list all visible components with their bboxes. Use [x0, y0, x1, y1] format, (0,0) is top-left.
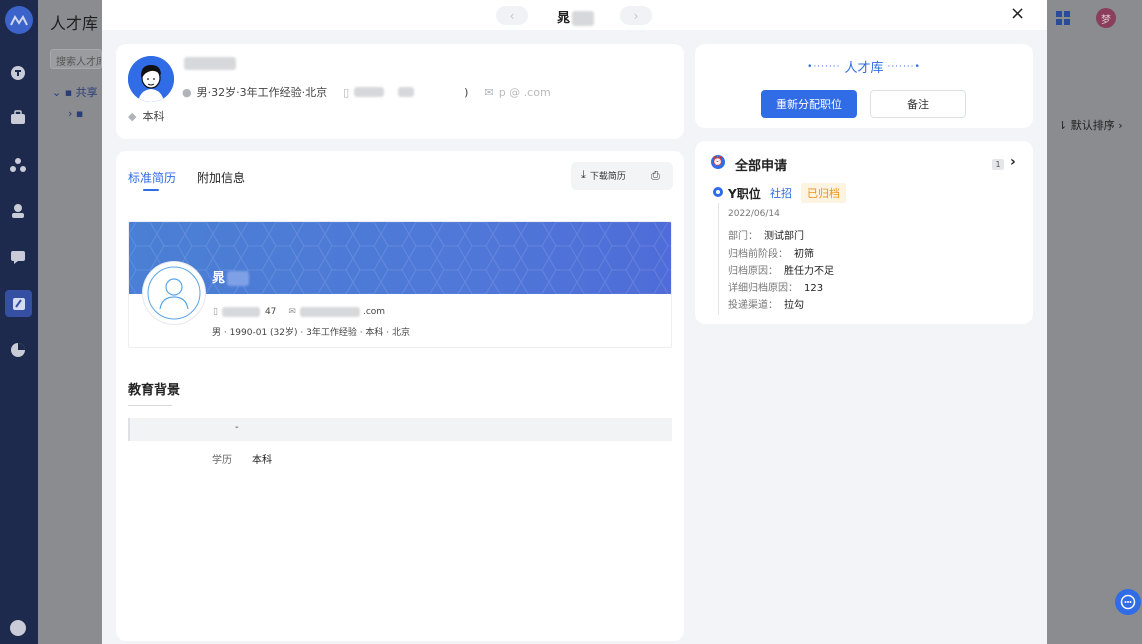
resume-card: 标准简历 附加信息 ⤓ 下载简历 ⎙ 晁 ▯ 47 ✉ .com 男 · 199… [116, 151, 684, 641]
mail-icon: ✉ [484, 85, 494, 99]
background-tree-shared[interactable]: ⌄ ▪ 共享 [52, 84, 98, 100]
education-degree-label: 学历 [212, 455, 232, 466]
timeline-dot [713, 187, 723, 197]
profile-name [184, 56, 236, 71]
education-title-divider [128, 405, 172, 406]
user-icon[interactable] [10, 203, 26, 219]
drawer-header: ‹ 晁 › × [102, 0, 1047, 30]
profile-info-row: ● 男·32岁·3年工作经验·北京 ▯ ) ✉ p @ .com [182, 84, 551, 100]
reassign-job-button[interactable]: 重新分配职位 [761, 90, 857, 118]
profile-avatar [128, 56, 174, 102]
chevron-right-icon[interactable]: › [1010, 154, 1016, 170]
drawer-candidate-name: 晁 [557, 7, 595, 26]
application-job-title[interactable]: Y职位 [728, 185, 761, 202]
profile-email: p @ .com [498, 85, 551, 99]
chat-help-icon[interactable] [1115, 589, 1141, 615]
prev-candidate-button[interactable]: ‹ [496, 6, 528, 25]
profile-education-value: 本科 [142, 110, 165, 123]
mail-icon: ✉ [288, 307, 296, 317]
briefcase-icon[interactable] [10, 110, 26, 126]
download-resume-button[interactable]: ⤓ 下载简历 [581, 168, 626, 182]
profile-education: ◆ 本科 [128, 108, 164, 124]
profile-phone: ) [464, 85, 469, 99]
timeline-line [718, 203, 719, 315]
education-period: - [235, 422, 239, 433]
applications-count-badge: 1 [992, 159, 1004, 170]
app-sidebar [0, 0, 38, 644]
chart-pie-icon[interactable] [10, 342, 26, 358]
field-previous-stage: 归档前阶段： 初筛 [728, 249, 814, 260]
archived-status-badge: 已归档 [801, 183, 846, 203]
resume-summary: 男 · 1990-01 (32岁) · 3年工作经验 · 本科 · 北京 [212, 328, 410, 338]
profile-basic-info: 男·32岁·3年工作经验·北京 [196, 86, 328, 99]
tab-active-indicator [143, 189, 159, 191]
background-sort[interactable]: ⇂ 默认排序 › [1058, 117, 1123, 133]
education-degree-value: 本科 [252, 455, 272, 466]
field-channel: 投递渠道： 拉勾 [728, 300, 804, 311]
alarm-clock-icon: ⏰ [711, 155, 725, 169]
field-archive-reason: 归档原因： 胜任力不足 [728, 266, 834, 277]
resume-candidate-name: 晁 [212, 267, 250, 286]
person-icon: ● [182, 85, 192, 99]
next-candidate-button[interactable]: › [620, 6, 652, 25]
download-resume-label: 下载简历 [589, 171, 626, 182]
tab-standard-resume[interactable]: 标准简历 [128, 169, 176, 186]
background-tree-sub[interactable]: › ▪ [68, 107, 83, 120]
education-entry-header: - [128, 418, 672, 441]
user-avatar[interactable]: 梦 [1096, 8, 1116, 28]
phone-icon: ▯ [343, 85, 350, 99]
background-page-title: 人才库 [50, 14, 99, 33]
message-icon[interactable] [10, 249, 26, 265]
resume-banner [129, 222, 671, 294]
talent-pool-icon[interactable] [5, 290, 32, 317]
education-section-title: 教育背景 [128, 383, 181, 398]
close-button[interactable]: × [1010, 4, 1025, 24]
settings-icon[interactable] [10, 620, 26, 636]
apps-grid-icon[interactable] [1055, 10, 1071, 26]
applications-card: ⏰ 全部申请 1 › Y职位 社招 已归档 2022/06/14 部门： 测试部门… [695, 141, 1033, 324]
talent-pool-card: •······· 人才库 ·······• 重新分配职位 备注 [695, 44, 1033, 128]
background-search-input[interactable]: 搜索人才库 [50, 49, 102, 69]
resume-contact: ▯ 47 ✉ .com [213, 307, 385, 317]
talent-pool-title: •······· 人才库 ·······• [807, 61, 921, 76]
org-icon[interactable] [10, 157, 26, 173]
funnel-icon[interactable] [10, 65, 26, 81]
application-date: 2022/06/14 [728, 209, 780, 219]
profile-card: ● 男·32岁·3年工作经验·北京 ▯ ) ✉ p @ .com ◆ 本科 [116, 44, 684, 139]
resume-phone: 47 [264, 307, 277, 317]
applications-title: 全部申请 [735, 159, 788, 174]
app-logo-icon[interactable] [5, 6, 33, 34]
graduation-cap-icon: ◆ [128, 109, 137, 123]
field-department: 部门： 测试部门 [728, 231, 804, 242]
resume-avatar [143, 262, 205, 324]
resume-toolbar: ⤓ 下载简历 ⎙ [571, 162, 673, 190]
resume-header-card: 晁 ▯ 47 ✉ .com 男 · 1990-01 (32岁) · 3年工作经验… [128, 221, 672, 348]
note-button[interactable]: 备注 [870, 90, 966, 118]
tab-additional-info[interactable]: 附加信息 [197, 169, 245, 186]
phone-icon: ▯ [213, 307, 218, 317]
field-archive-detail: 详细归档原因： 123 [728, 283, 824, 294]
resume-email: .com [362, 307, 386, 317]
print-icon[interactable]: ⎙ [651, 169, 660, 183]
job-type-tag: 社招 [770, 187, 792, 200]
candidate-drawer: ‹ 晁 › × ● 男·32岁·3年工作经验·北京 ▯ ) ✉ p @ .com… [102, 0, 1047, 644]
download-icon: ⤓ [581, 168, 586, 181]
